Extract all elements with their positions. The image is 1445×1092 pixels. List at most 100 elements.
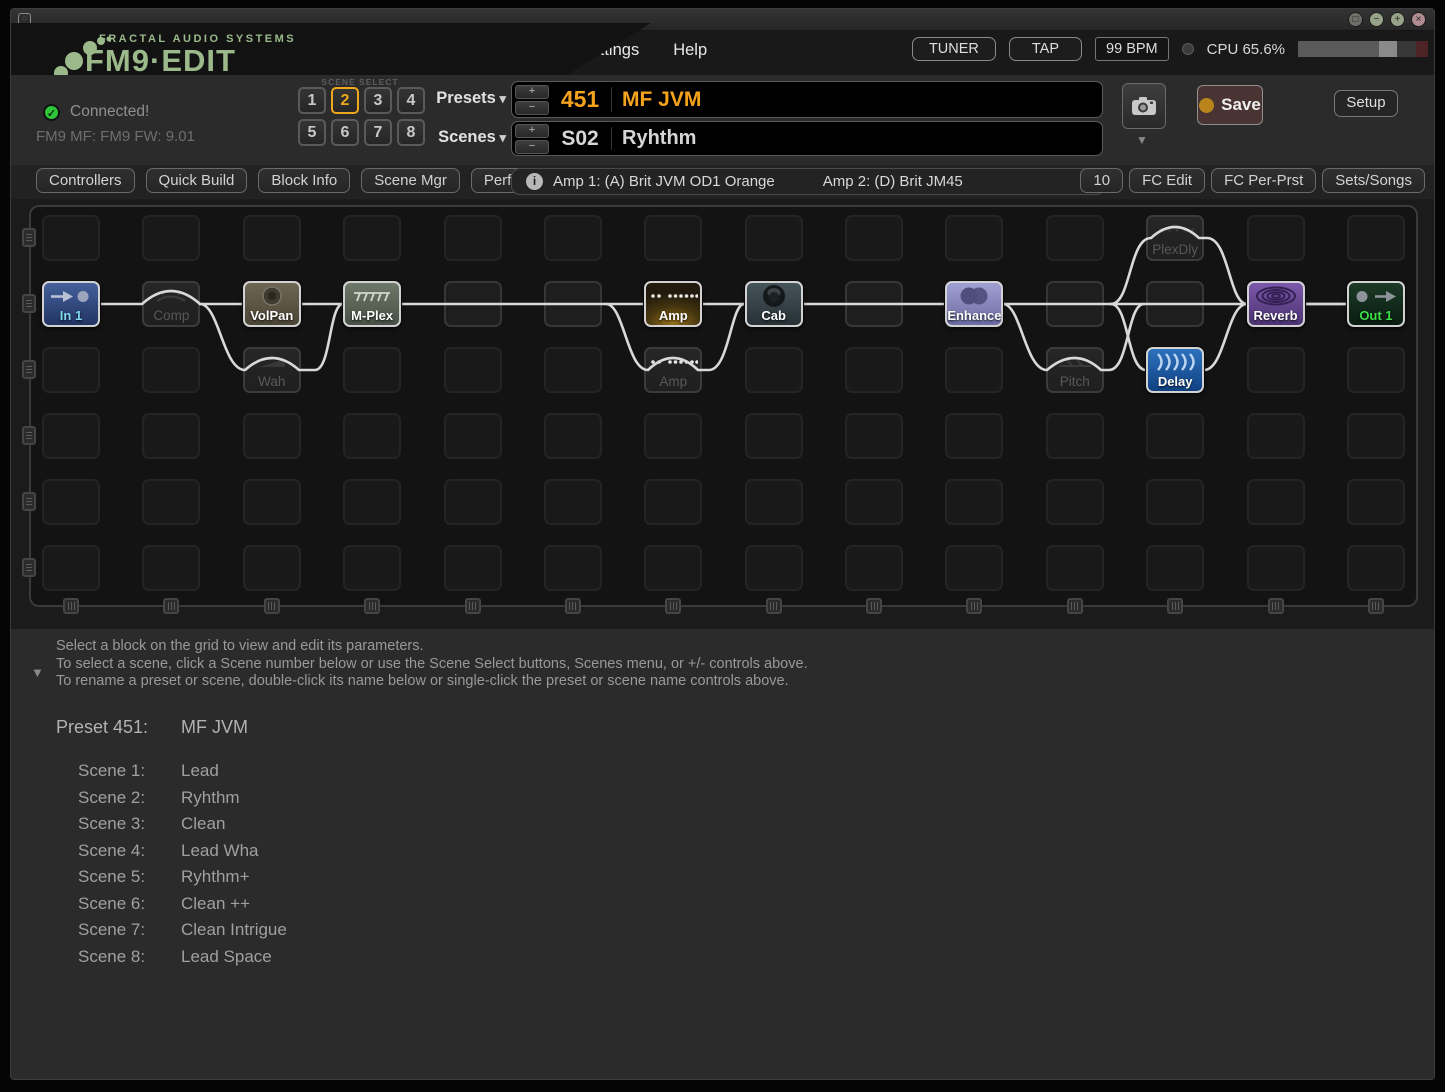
grid-cell[interactable] (142, 215, 201, 261)
grid-cell[interactable] (644, 413, 703, 459)
scene-list-row-3[interactable]: Scene 3: Clean (56, 811, 287, 838)
grid-shunt-cell[interactable] (1146, 281, 1205, 327)
grid-cell[interactable] (443, 347, 502, 393)
scene-list-row-1[interactable]: Scene 1: Lead (56, 758, 287, 785)
column-handle[interactable] (966, 598, 983, 614)
scene-plus-button[interactable]: + (515, 123, 549, 138)
scene-name[interactable]: Ryhthm (622, 127, 696, 150)
grid-cell[interactable] (543, 545, 602, 591)
preset-field[interactable]: + − 451 MF JVM (511, 81, 1103, 118)
snapshot-dropdown-arrow[interactable]: ▼ (1136, 133, 1148, 147)
grid-cell[interactable] (644, 215, 703, 261)
grid-cell[interactable] (1045, 545, 1104, 591)
grid-cell[interactable] (42, 479, 100, 525)
grid-cell[interactable] (1246, 215, 1305, 261)
block-comp[interactable]: Comp (142, 281, 201, 327)
scene-list-row-4[interactable]: Scene 4: Lead Wha (56, 838, 287, 865)
grid-cell[interactable] (242, 413, 301, 459)
scene-select-button-7[interactable]: 7 (364, 119, 392, 146)
column-handle[interactable] (866, 598, 883, 614)
block-enhance[interactable]: Enhance (945, 281, 1004, 327)
block-volpan[interactable]: VolPan (242, 281, 301, 327)
grid-cell[interactable] (945, 347, 1004, 393)
grid-cell[interactable] (142, 479, 201, 525)
grid-cell[interactable] (443, 479, 502, 525)
preset-plus-button[interactable]: + (515, 84, 549, 99)
scene-minus-button[interactable]: − (515, 139, 549, 154)
grid-cell[interactable] (142, 347, 201, 393)
toolbar-fc-per-prst[interactable]: FC Per-Prst (1211, 168, 1317, 193)
grid-cell[interactable] (1045, 413, 1104, 459)
column-handle[interactable] (1167, 598, 1184, 614)
grid-cell[interactable] (1146, 545, 1205, 591)
grid-cell[interactable] (1146, 479, 1205, 525)
window-maximize-button[interactable]: + (1390, 12, 1405, 27)
block-reverb[interactable]: Reverb (1246, 281, 1305, 327)
block-amp1[interactable]: Amp (644, 281, 703, 327)
scene-field[interactable]: + − S02 Ryhthm (511, 121, 1103, 156)
grid-cell[interactable] (945, 215, 1004, 261)
bpm-display[interactable]: 99 BPM (1095, 37, 1169, 61)
preset-list-row[interactable]: Preset 451: MF JVM (56, 717, 287, 738)
scene-select-button-6[interactable]: 6 (331, 119, 359, 146)
preset-name[interactable]: MF JVM (622, 88, 701, 112)
grid-cell[interactable] (1346, 347, 1405, 393)
grid-cell[interactable] (945, 479, 1004, 525)
grid-cell[interactable] (343, 479, 402, 525)
grid-cell[interactable] (845, 347, 904, 393)
grid-cell[interactable] (1346, 479, 1405, 525)
block-mplex[interactable]: M-Plex (343, 281, 402, 327)
grid-cell[interactable] (744, 545, 803, 591)
block-cab1[interactable]: Cab (744, 281, 803, 327)
preset-minus-button[interactable]: − (515, 100, 549, 115)
grid-cell[interactable] (845, 545, 904, 591)
grid-cell[interactable] (142, 413, 201, 459)
grid-cell[interactable] (42, 545, 100, 591)
grid-cell[interactable] (1146, 413, 1205, 459)
block-pitch[interactable]: Pitch (1045, 347, 1104, 393)
save-button[interactable]: Save (1197, 85, 1263, 125)
grid-cell[interactable] (42, 347, 100, 393)
grid-cell[interactable] (744, 413, 803, 459)
block-wah[interactable]: Wah (242, 347, 301, 393)
preset-number[interactable]: 451 (549, 86, 611, 113)
grid-cell[interactable] (1246, 479, 1305, 525)
grid-cell[interactable] (744, 347, 803, 393)
grid-cell[interactable] (744, 479, 803, 525)
collapse-arrow-icon[interactable]: ▼ (31, 665, 44, 680)
column-handle[interactable] (1367, 598, 1384, 614)
column-handle[interactable] (364, 598, 381, 614)
grid-cell[interactable] (744, 215, 803, 261)
grid-cell[interactable] (945, 545, 1004, 591)
presets-menu[interactable]: Presets (426, 89, 506, 108)
toolbar-fc-edit[interactable]: FC Edit (1129, 168, 1206, 193)
toolbar-block-info[interactable]: Block Info (258, 168, 351, 193)
column-handle[interactable] (564, 598, 581, 614)
block-in1[interactable]: In 1 (42, 281, 100, 327)
toolbar-10[interactable]: 10 (1080, 168, 1124, 193)
grid-shunt-cell[interactable] (443, 281, 502, 327)
grid-cell[interactable] (1246, 545, 1305, 591)
row-handle[interactable] (22, 228, 36, 247)
scene-select-button-4[interactable]: 4 (397, 87, 425, 114)
grid-cell[interactable] (42, 215, 100, 261)
grid-cell[interactable] (343, 215, 402, 261)
scene-select-button-1[interactable]: 1 (298, 87, 326, 114)
grid-shunt-cell[interactable] (1045, 281, 1104, 327)
row-handle[interactable] (22, 426, 36, 445)
column-handle[interactable] (263, 598, 280, 614)
block-out1[interactable]: Out 1 (1346, 281, 1405, 327)
grid-cell[interactable] (1045, 215, 1104, 261)
column-handle[interactable] (1267, 598, 1284, 614)
grid-cell[interactable] (343, 347, 402, 393)
scene-list-row-6[interactable]: Scene 6: Clean ++ (56, 891, 287, 918)
row-handle[interactable] (22, 558, 36, 577)
toolbar-sets-songs[interactable]: Sets/Songs (1322, 168, 1425, 193)
grid-cell[interactable] (543, 413, 602, 459)
tap-button[interactable]: TAP (1008, 37, 1083, 61)
scene-select-button-2[interactable]: 2 (331, 87, 359, 114)
grid-cell[interactable] (644, 479, 703, 525)
grid-cell[interactable] (343, 413, 402, 459)
block-delay[interactable]: Delay (1146, 347, 1205, 393)
grid-cell[interactable] (443, 413, 502, 459)
